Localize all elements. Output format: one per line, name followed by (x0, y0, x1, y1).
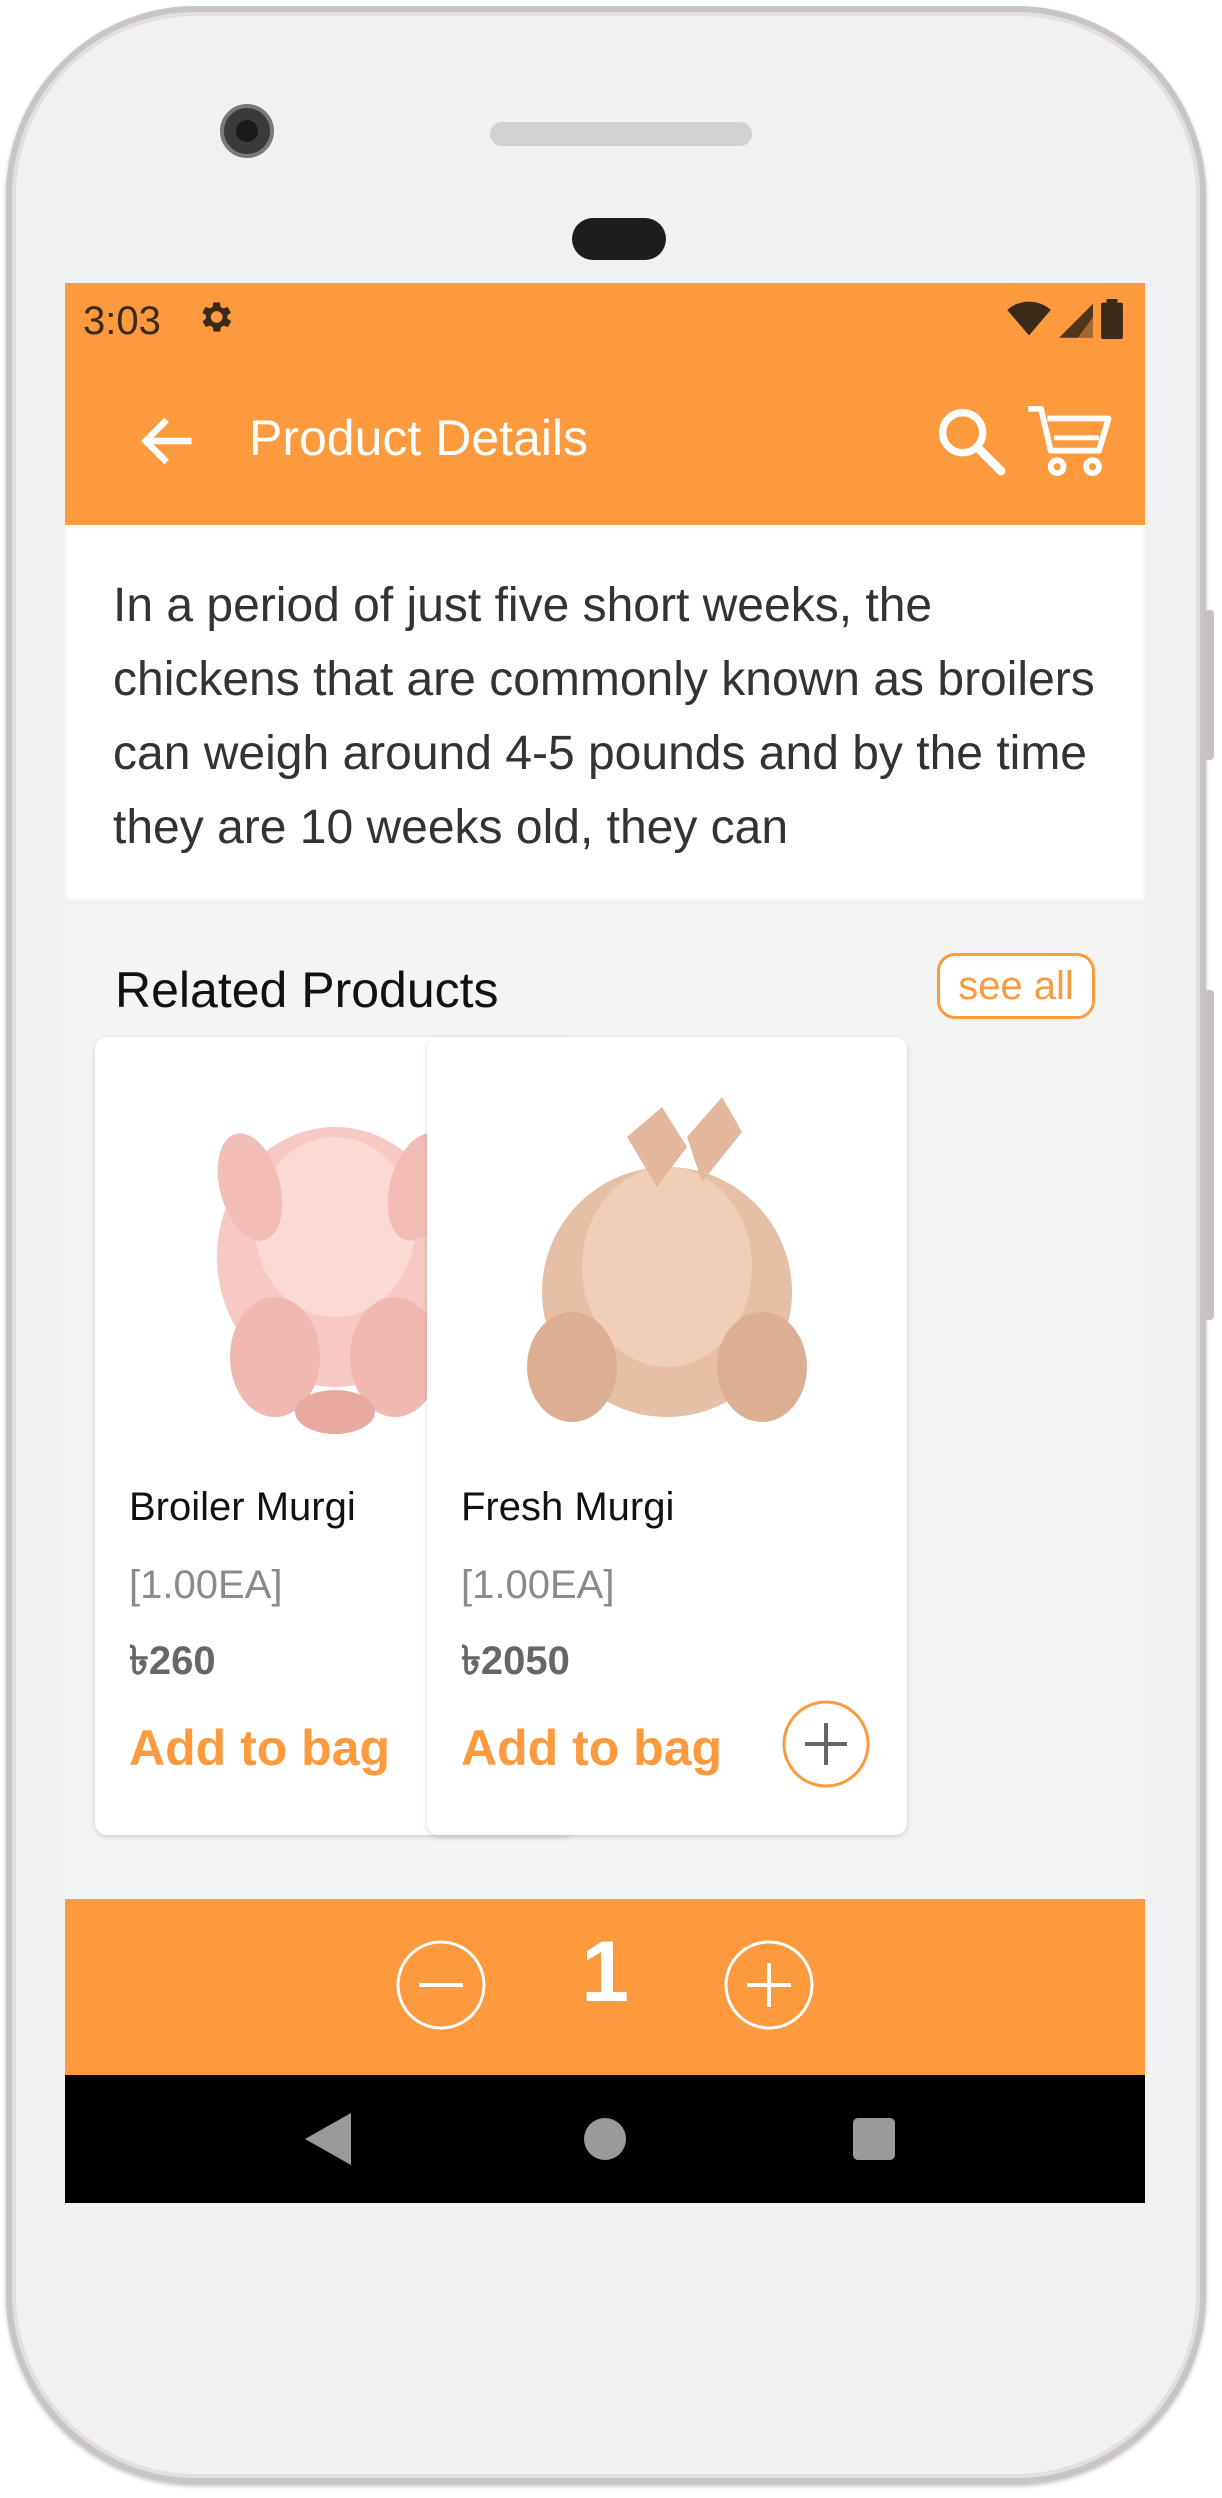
minus-circle-icon[interactable] (395, 1939, 487, 2031)
nav-back-icon[interactable] (305, 2113, 351, 2170)
wifi-icon (1007, 301, 1051, 336)
nav-home-icon[interactable] (584, 2118, 626, 2160)
product-price: ৳2050 (461, 1639, 570, 1683)
nav-recents-icon[interactable] (853, 2118, 895, 2160)
product-description: In a period of just five short weeks, th… (65, 525, 1145, 903)
product-name: Fresh Murgi (461, 1485, 675, 1529)
product-unit: [1.00EA] (129, 1563, 283, 1607)
back-arrow-icon[interactable] (135, 409, 199, 473)
volume-button (1204, 990, 1214, 1320)
search-icon[interactable] (931, 401, 1011, 481)
product-name: Broiler Murgi (129, 1485, 356, 1529)
quantity-value: 1 (581, 1924, 629, 2020)
plus-circle-icon[interactable] (781, 1699, 871, 1789)
see-all-button[interactable]: see all (937, 953, 1095, 1019)
add-to-bag-button[interactable]: Add to bag (129, 1719, 390, 1777)
status-time: 3:03 (83, 299, 161, 343)
product-card[interactable]: Fresh Murgi [1.00EA] ৳2050 Add to bag (427, 1037, 907, 1835)
plus-circle-icon[interactable] (723, 1939, 815, 2031)
app-bar: Product Details (65, 357, 1145, 525)
earpiece-speaker (490, 122, 752, 146)
related-products-title: Related Products (115, 962, 499, 1018)
front-camera (220, 104, 274, 158)
status-icons (1007, 299, 1123, 339)
cart-icon[interactable] (1025, 401, 1115, 481)
status-bar: 3:03 (65, 283, 1145, 357)
gear-icon (195, 297, 235, 347)
related-products-section: Related Products see all Broiler Murgi [… (65, 903, 1145, 1899)
page-title: Product Details (249, 410, 589, 466)
power-button (1204, 610, 1214, 760)
description-text: In a period of just five short weeks, th… (113, 579, 1095, 854)
product-price: ৳260 (129, 1639, 216, 1683)
add-to-bag-button[interactable]: Add to bag (461, 1719, 722, 1777)
signal-icon (1059, 303, 1093, 338)
proximity-sensor (572, 218, 666, 260)
chicken-image (527, 1097, 807, 1422)
quantity-bar: 1 (65, 1899, 1145, 2075)
product-unit: [1.00EA] (461, 1563, 615, 1607)
app-screen: 3:03 Product Details In a period of just… (65, 283, 1145, 2203)
battery-icon (1101, 299, 1123, 339)
system-nav-bar (65, 2075, 1145, 2203)
